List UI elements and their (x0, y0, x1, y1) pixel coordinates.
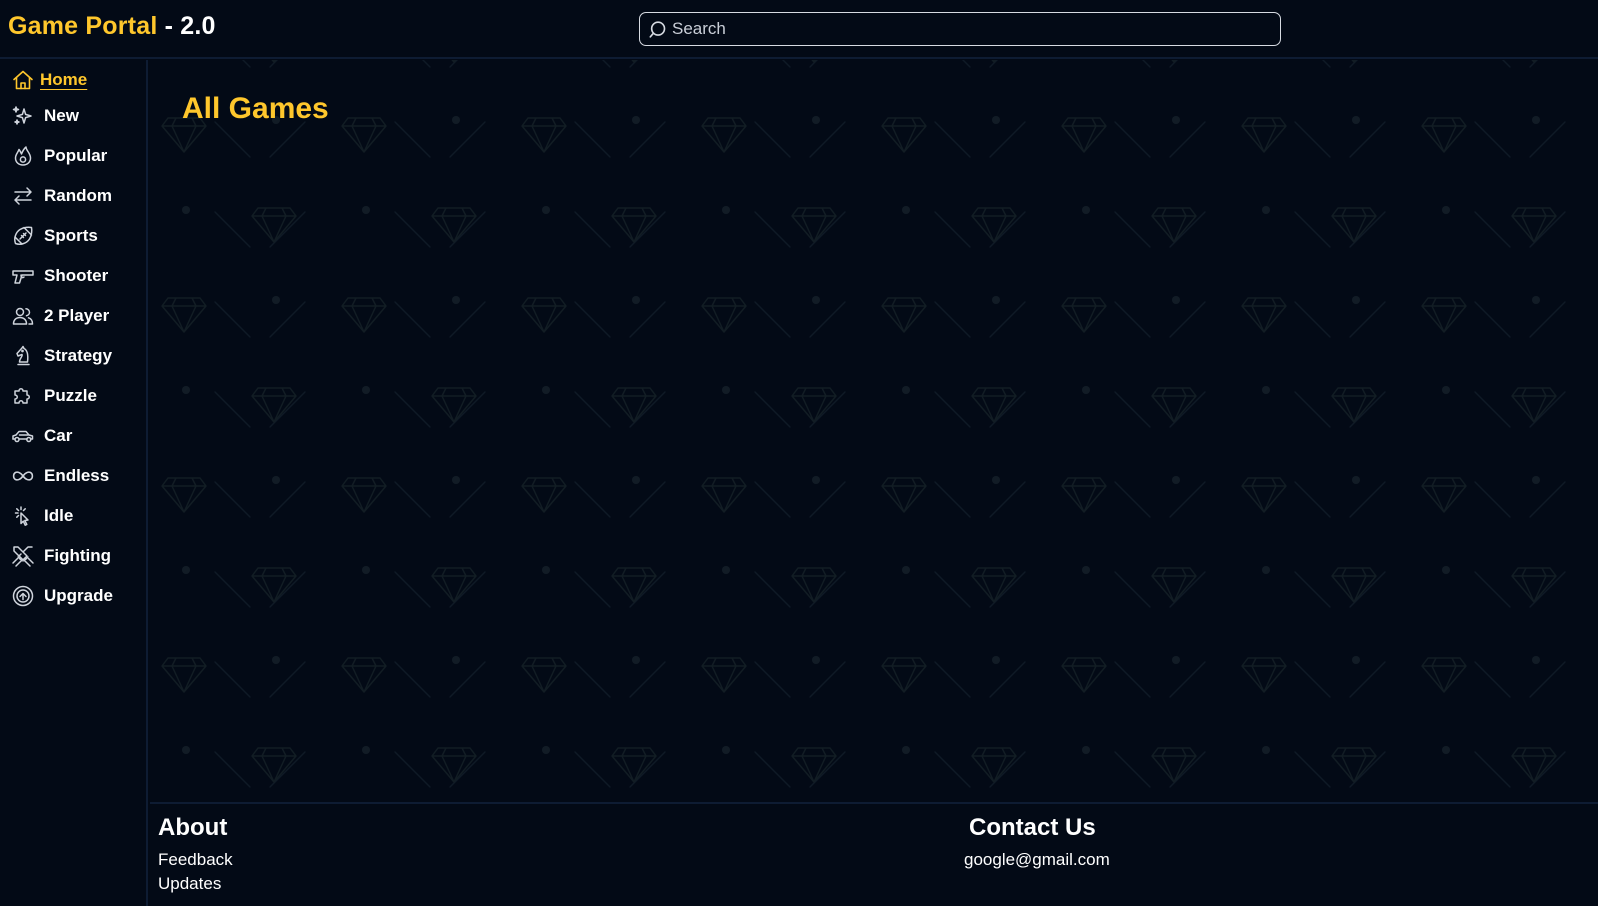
sidebar-item-label: Fighting (44, 546, 112, 565)
search-box[interactable] (639, 12, 1281, 46)
sidebar-item-label: Random (44, 186, 112, 205)
sidebar-item-label: 2 Player (44, 306, 110, 325)
search-icon (649, 21, 666, 38)
football-icon (10, 223, 36, 249)
site-logo[interactable]: Game Portal - 2.0 (8, 12, 216, 41)
sidebar-item-label: Home (40, 70, 88, 89)
home-icon (10, 67, 36, 93)
feedback-link[interactable]: Feedback (158, 850, 233, 870)
arrows-swap-icon (10, 183, 36, 209)
car-icon (10, 423, 36, 449)
sidebar-item-popular[interactable]: Popular (10, 140, 144, 172)
sidebar-item-2-player[interactable]: 2 Player (10, 300, 144, 332)
updates-link[interactable]: Updates (158, 874, 221, 894)
sidebar-item-fighting[interactable]: Fighting (10, 540, 144, 572)
page-title: All Games (182, 92, 329, 125)
upgrade-badge-icon (10, 583, 36, 609)
search-input[interactable] (672, 13, 1272, 44)
gun-icon (10, 263, 36, 289)
sidebar-item-car[interactable]: Car (10, 420, 144, 452)
footer: About Feedback Updates Contact Us google… (150, 802, 1598, 906)
sidebar-item-label: Popular (44, 146, 108, 165)
sidebar-item-label: Shooter (44, 266, 109, 285)
sidebar-item-strategy[interactable]: Strategy (10, 340, 144, 372)
top-bar: Game Portal - 2.0 (0, 0, 1598, 59)
sidebar-item-puzzle[interactable]: Puzzle (10, 380, 144, 412)
sidebar-item-label: Strategy (44, 346, 113, 365)
main-content: All Games (150, 60, 1598, 802)
sidebar-item-shooter[interactable]: Shooter (10, 260, 144, 292)
sidebar-item-label: Upgrade (44, 586, 113, 605)
sidebar-item-upgrade[interactable]: Upgrade (10, 580, 144, 612)
sidebar-item-endless[interactable]: Endless (10, 460, 144, 492)
chess-knight-icon (10, 343, 36, 369)
sidebar-item-random[interactable]: Random (10, 180, 144, 212)
fire-icon (10, 143, 36, 169)
sidebar-item-label: Car (44, 426, 73, 445)
sparkles-icon (10, 103, 36, 129)
brand-name: Game Portal (8, 12, 158, 40)
users-icon (10, 303, 36, 329)
sidebar-item-label: Sports (44, 226, 98, 245)
sidebar-item-idle[interactable]: Idle (10, 500, 144, 532)
sidebar-item-label: Puzzle (44, 386, 97, 405)
puzzle-icon (10, 383, 36, 409)
brand-version: - 2.0 (157, 12, 216, 40)
sidebar-item-new[interactable]: New (10, 100, 144, 132)
sidebar-item-home[interactable]: Home (10, 64, 144, 96)
sidebar-item-sports[interactable]: Sports (10, 220, 144, 252)
diamond-pattern-background (150, 60, 1598, 802)
contact-heading: Contact Us (969, 814, 1096, 841)
contact-email[interactable]: google@gmail.com (964, 850, 1110, 870)
sidebar-item-label: Endless (44, 466, 110, 485)
crossed-swords-icon (10, 543, 36, 569)
sidebar-item-label: Idle (44, 506, 74, 525)
about-heading: About (158, 814, 228, 841)
sidebar-item-label: New (44, 106, 79, 125)
infinity-icon (10, 463, 36, 489)
sidebar: Home New Popular Random Sports Shooter 2… (0, 60, 148, 906)
pointer-click-icon (10, 503, 36, 529)
